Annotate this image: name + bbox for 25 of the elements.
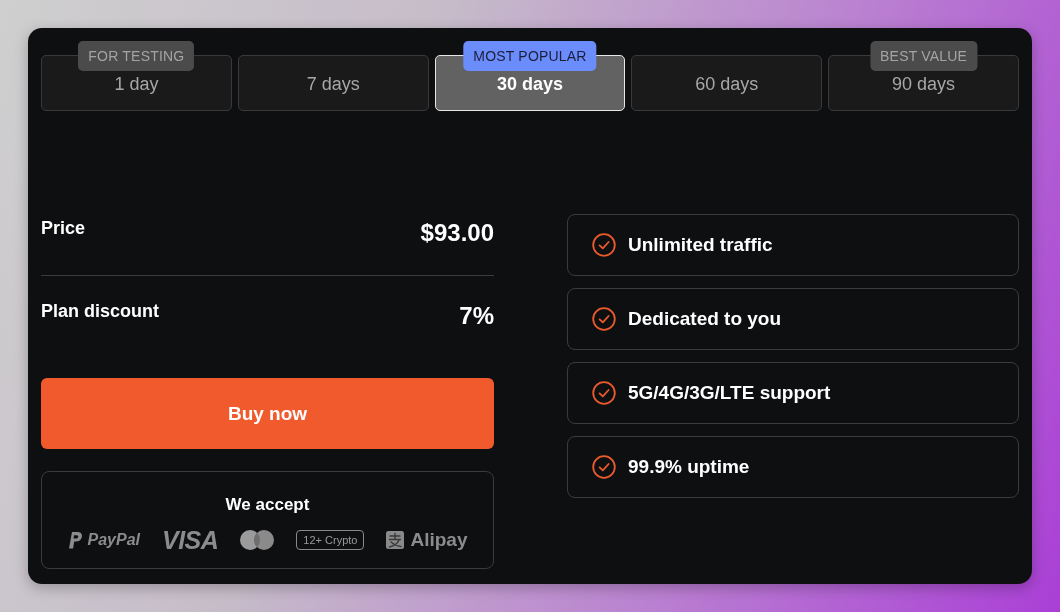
feature-text: 5G/4G/3G/LTE support [628,382,831,404]
summary-value: 7% [459,301,494,330]
payment-method-name: VISA [162,525,219,555]
payment-method-name: Alipay [410,529,468,551]
summary-label: Price [41,217,86,240]
feature-text: Dedicated to you [628,308,782,330]
tab-badge: BEST VALUE [870,41,978,71]
feature-text: 99.9% uptime [628,456,750,478]
paypal-icon [67,531,82,549]
crypto-label: 12+ Crypto [296,530,365,550]
alipay-icon [386,531,405,549]
duration-tab[interactable]: 60 days [631,55,823,111]
check-circle-icon [592,233,616,257]
check-circle-icon [592,307,616,331]
tab-badge: FOR TESTING [78,41,195,71]
feature-text: Unlimited traffic [628,234,773,256]
check-circle-icon [592,455,616,479]
payment-method-name: PayPal [87,531,140,549]
overlapping-circles-icon [240,530,275,550]
payment-title: We accept [225,494,310,516]
summary-value: $93.00 [420,218,494,247]
duration-tab[interactable]: 7 days [237,55,429,111]
check-circle-icon [592,381,616,405]
tab-badge: MOST POPULAR [463,41,597,71]
summary-label: Plan discount [41,300,159,323]
